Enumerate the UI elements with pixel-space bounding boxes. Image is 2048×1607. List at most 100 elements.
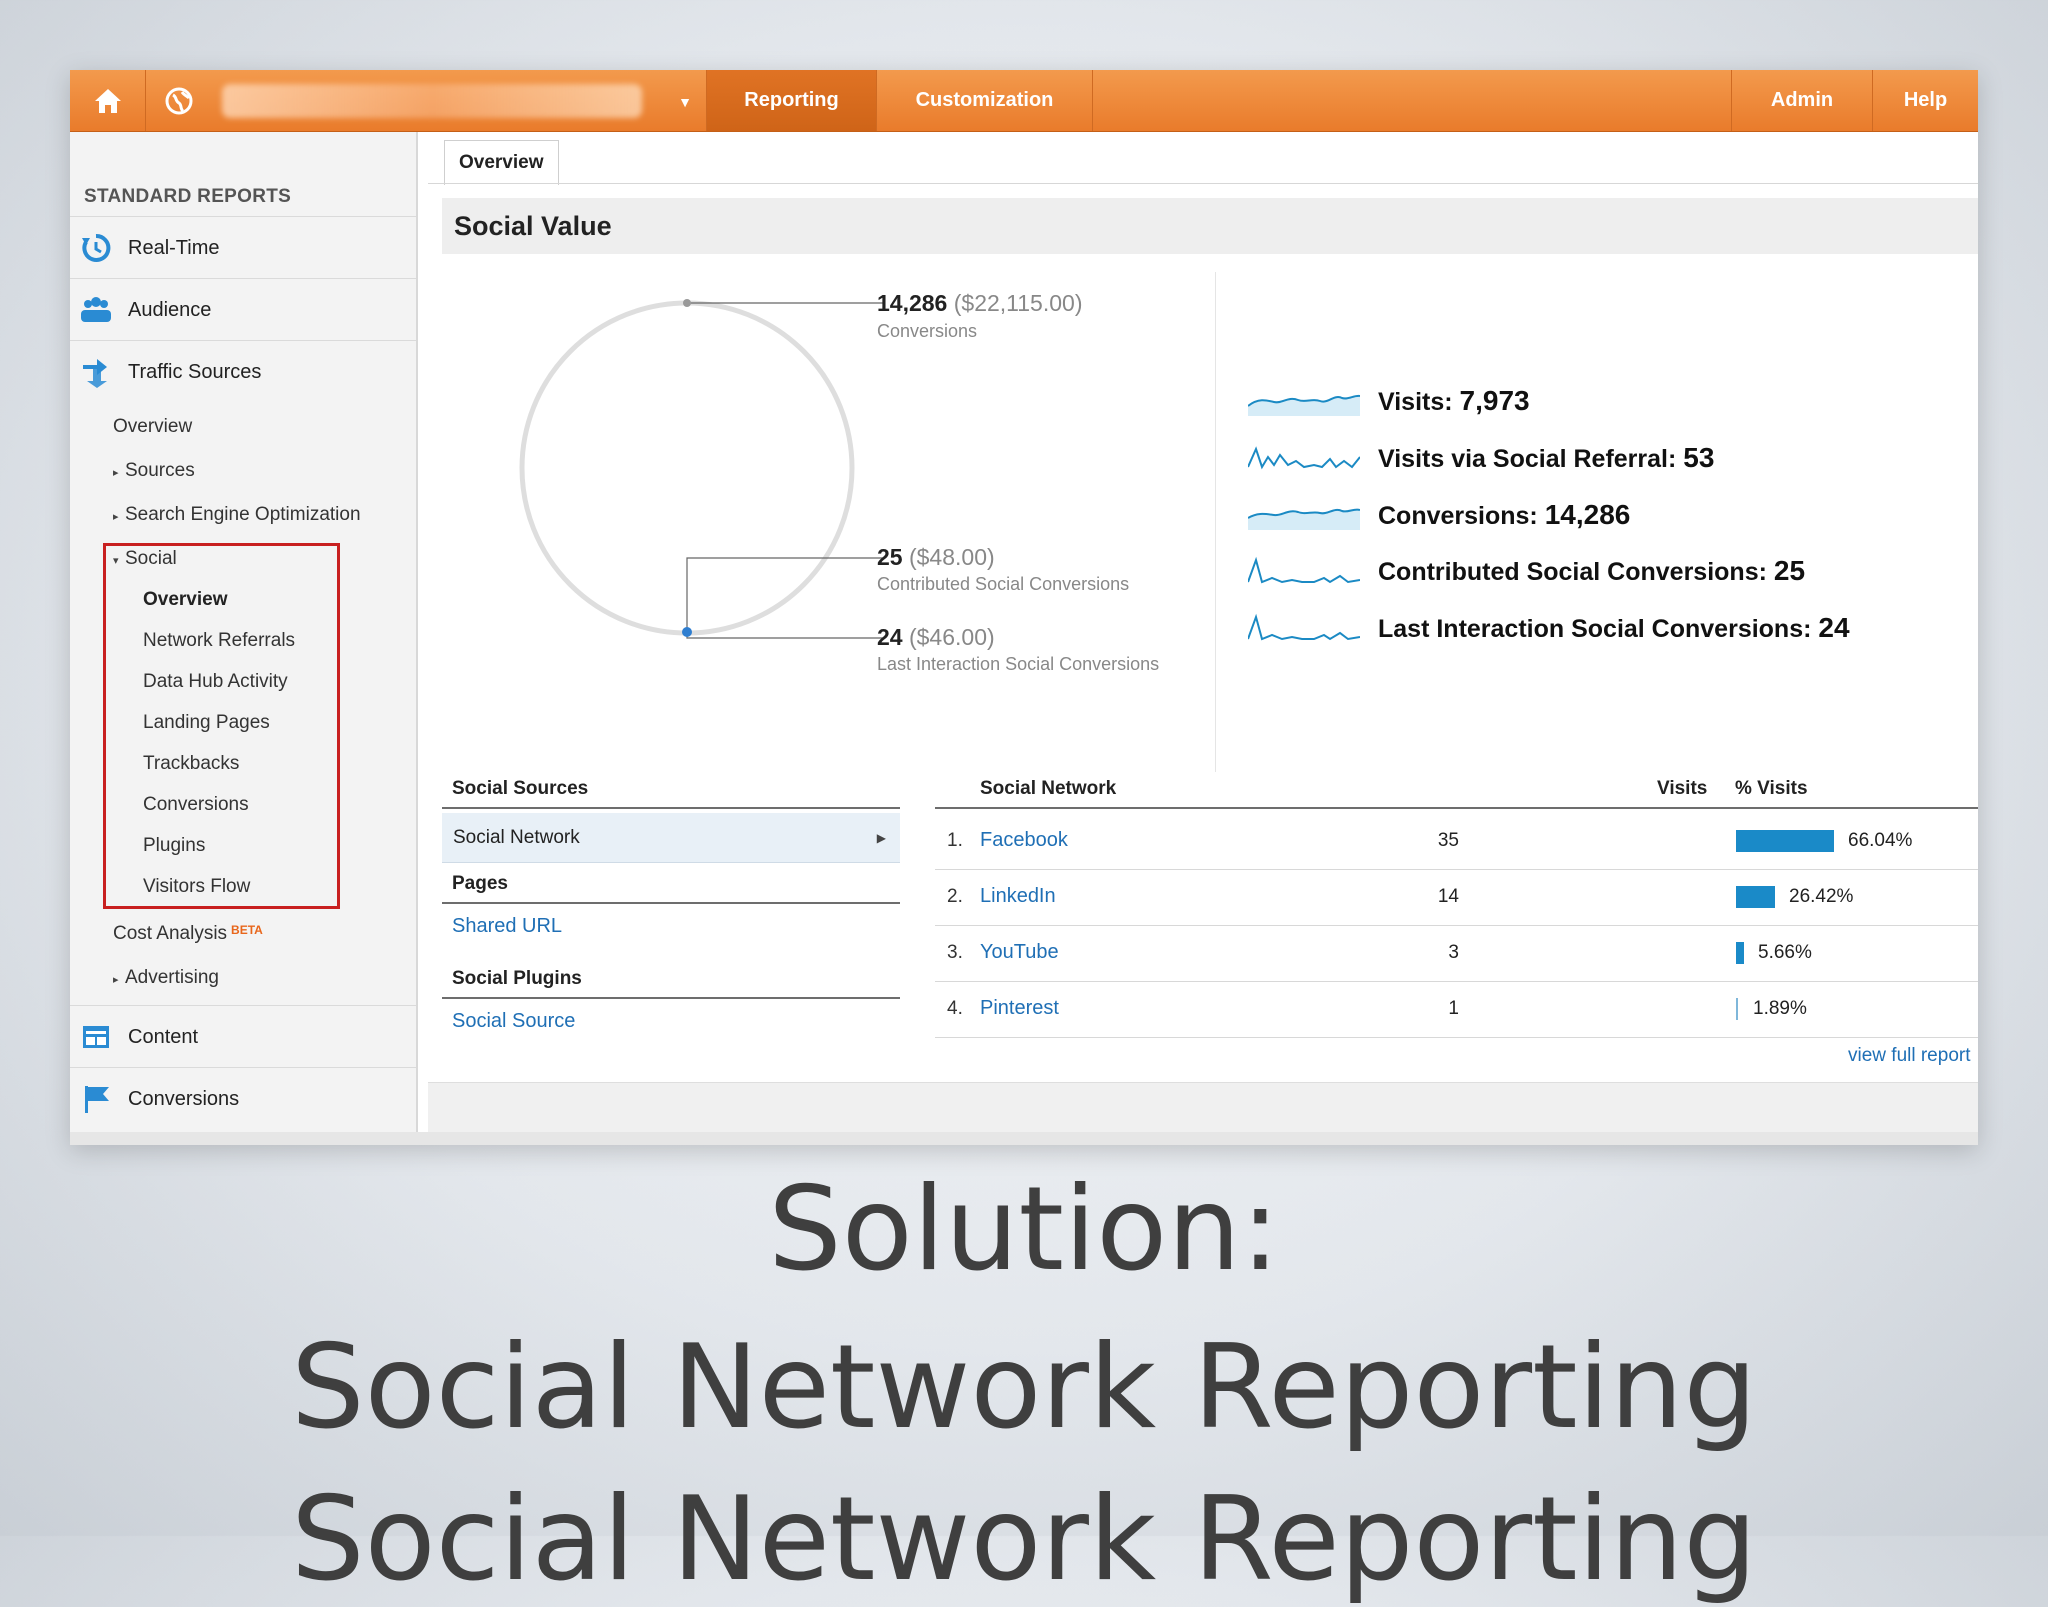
callout-line-last-interaction bbox=[686, 632, 883, 639]
callout-contributed-label: Contributed Social Conversions bbox=[877, 574, 1130, 594]
row-index: 1. bbox=[947, 830, 963, 851]
sidebar-item-social-overview[interactable]: Overview bbox=[143, 589, 228, 611]
chevron-down-icon: ▾ bbox=[113, 555, 119, 567]
home-button[interactable] bbox=[70, 70, 146, 131]
network-link[interactable]: YouTube bbox=[980, 941, 1059, 964]
chevron-right-icon: ▸ bbox=[113, 467, 119, 479]
metric-last-interaction: Last Interaction Social Conversions: 24 bbox=[1248, 608, 1850, 648]
tab-divider bbox=[428, 183, 1978, 184]
visits-percent: 5.66% bbox=[1758, 942, 1812, 963]
callout-last-interaction-value: 24 ($46.00) bbox=[877, 624, 995, 650]
callout-dot-conversions bbox=[683, 299, 691, 307]
callout-line-contributed bbox=[686, 557, 883, 632]
tab-overview[interactable]: Overview bbox=[444, 140, 559, 185]
audience-icon bbox=[78, 292, 114, 328]
sidebar-item-landing-pages[interactable]: Landing Pages bbox=[143, 712, 270, 734]
network-link[interactable]: Pinterest bbox=[980, 997, 1059, 1020]
visits-share-bar bbox=[1736, 830, 1834, 852]
rule bbox=[442, 807, 900, 809]
sidebar-item-conversions[interactable]: Conversions bbox=[70, 1067, 416, 1130]
network-link[interactable]: LinkedIn bbox=[980, 885, 1056, 908]
tab-reporting[interactable]: Reporting bbox=[707, 70, 877, 131]
table-row: 3. YouTube 3 5.66% bbox=[935, 925, 1978, 982]
slide-title-line-1: Solution: bbox=[768, 1162, 1280, 1297]
callout-conversions-value: 14,286 ($22,115.00) bbox=[877, 290, 1083, 316]
tab-customization[interactable]: Customization bbox=[877, 70, 1093, 131]
sidebar-item-plugins[interactable]: Plugins bbox=[143, 835, 205, 857]
metric-social-referral: Visits via Social Referral: 53 bbox=[1248, 438, 1714, 478]
chevron-right-icon: ▸ bbox=[113, 974, 119, 986]
visits-share-bar bbox=[1736, 942, 1744, 964]
chevron-right-icon: ▶ bbox=[876, 830, 886, 845]
redacted-account-name bbox=[222, 83, 642, 118]
sidebar-item-realtime[interactable]: Real-Time bbox=[70, 216, 416, 279]
rule bbox=[442, 997, 900, 999]
globe-button[interactable] bbox=[146, 70, 212, 131]
sparkline-contributed bbox=[1248, 556, 1360, 584]
visits-share-bar bbox=[1736, 998, 1738, 1020]
sidebar-item-advertising[interactable]: ▸ Advertising bbox=[113, 967, 219, 989]
sidebar-item-social-conversions[interactable]: Conversions bbox=[143, 794, 249, 816]
sidebar-item-label: Real-Time bbox=[128, 236, 220, 259]
table-row: 2. LinkedIn 14 26.42% bbox=[935, 869, 1978, 926]
sparkline-visits bbox=[1248, 394, 1360, 416]
chevron-right-icon: ▸ bbox=[113, 511, 119, 523]
visits-value: 14 bbox=[1437, 886, 1459, 907]
sidebar-item-label: Conversions bbox=[128, 1087, 240, 1110]
sidebar-item-data-hub-activity[interactable]: Data Hub Activity bbox=[143, 671, 288, 693]
sparkline-last-interaction bbox=[1248, 613, 1360, 641]
social-plugins-heading: Social Plugins bbox=[452, 968, 582, 989]
sidebar-item-ts-overview[interactable]: Overview bbox=[113, 416, 192, 438]
social-source-link[interactable]: Social Source bbox=[452, 1010, 575, 1033]
table-row: 4. Pinterest 1 1.89% bbox=[935, 981, 1978, 1038]
sidebar-item-label: Cost Analysis bbox=[113, 923, 228, 944]
sidebar-item-label: Traffic Sources bbox=[128, 360, 262, 383]
slide-title-line-3: Social Network Reporting bbox=[291, 1472, 1757, 1607]
metric-social-referral-text: Visits via Social Referral: 53 bbox=[1378, 442, 1715, 473]
column-header-pct-visits: % Visits bbox=[1735, 778, 1808, 799]
pages-heading: Pages bbox=[452, 873, 508, 894]
sidebar-item-label: Social bbox=[125, 548, 177, 569]
account-selector[interactable]: ▼ bbox=[212, 70, 707, 131]
sidebar-item-visitors-flow[interactable]: Visitors Flow bbox=[143, 876, 250, 898]
visits-percent: 26.42% bbox=[1789, 886, 1854, 907]
realtime-icon bbox=[78, 230, 114, 266]
slide-title-line-2: Social Network Reporting bbox=[291, 1320, 1757, 1455]
metric-contributed: Contributed Social Conversions: 25 bbox=[1248, 551, 1805, 591]
sidebar-item-traffic-sources[interactable]: Traffic Sources bbox=[70, 340, 416, 403]
help-link[interactable]: Help bbox=[1873, 70, 1978, 131]
column-header-visits: Visits bbox=[1657, 778, 1708, 799]
visits-percent: 1.89% bbox=[1753, 998, 1807, 1019]
sidebar-item-social[interactable]: ▾ Social bbox=[113, 548, 177, 570]
network-link[interactable]: Facebook bbox=[980, 829, 1068, 852]
metric-visits: Visits: 7,973 bbox=[1248, 381, 1530, 421]
sidebar-item-audience[interactable]: Audience bbox=[70, 278, 416, 341]
sidebar-item-label: Audience bbox=[128, 298, 212, 321]
sidebar-item-label: Content bbox=[128, 1025, 199, 1048]
sidebar-item-content[interactable]: Content bbox=[70, 1005, 416, 1068]
section-title: Social Value bbox=[442, 198, 1978, 254]
social-network-row[interactable]: Social Network ▶ bbox=[442, 813, 900, 863]
column-header-network: Social Network bbox=[980, 778, 1117, 799]
rule bbox=[442, 902, 900, 904]
sparkline-conversions bbox=[1248, 508, 1360, 530]
view-full-report-link[interactable]: view full report bbox=[1848, 1045, 1971, 1067]
callout-last-interaction-label: Last Interaction Social Conversions bbox=[877, 654, 1160, 674]
row-index: 4. bbox=[947, 998, 963, 1019]
metric-contributed-text: Contributed Social Conversions: 25 bbox=[1378, 555, 1806, 586]
shared-url-link[interactable]: Shared URL bbox=[452, 915, 562, 938]
vertical-divider bbox=[1215, 272, 1216, 772]
sidebar-item-seo[interactable]: ▸ Search Engine Optimization bbox=[113, 504, 361, 526]
sidebar-item-trackbacks[interactable]: Trackbacks bbox=[143, 753, 239, 775]
sidebar-item-label: Search Engine Optimization bbox=[125, 504, 361, 525]
sidebar-item-cost-analysis[interactable]: Cost Analysis BETA bbox=[113, 923, 263, 945]
sidebar-item-sources[interactable]: ▸ Sources bbox=[113, 460, 195, 482]
sidebar: STANDARD REPORTS Real-Time Audience Traf… bbox=[70, 132, 418, 1145]
metric-last-interaction-text: Last Interaction Social Conversions: 24 bbox=[1378, 612, 1850, 643]
sidebar-item-network-referrals[interactable]: Network Referrals bbox=[143, 630, 295, 652]
analytics-window: ▼ Reporting Customization Admin Help STA… bbox=[70, 70, 1978, 1145]
window-bottom-edge bbox=[70, 1132, 1978, 1145]
visits-value: 3 bbox=[1448, 942, 1459, 963]
admin-link[interactable]: Admin bbox=[1731, 70, 1873, 131]
traffic-sources-icon bbox=[78, 354, 114, 390]
